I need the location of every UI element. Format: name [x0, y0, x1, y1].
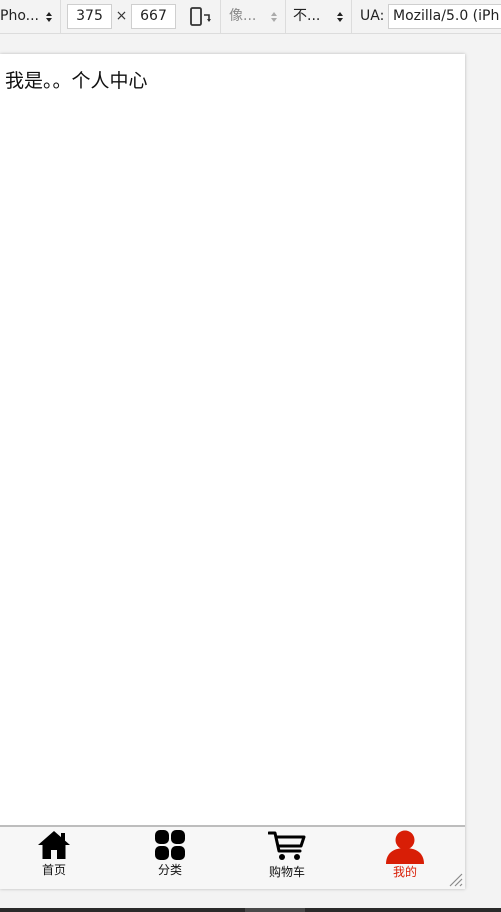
select-arrows-icon	[46, 12, 52, 22]
toolbar-divider	[351, 0, 352, 33]
bottom-tab-bar: 首页 分类 购物车 我的	[0, 825, 465, 889]
tab-mine-label: 我的	[392, 865, 417, 879]
device-toolbar: Pho... 375 × 667 像... 不... UA: Mozilla/5…	[0, 0, 501, 34]
device-viewport: 我是。。个人中心 首页 分类 购物车 我的	[0, 54, 465, 889]
select-arrows-icon	[271, 12, 277, 22]
home-icon	[38, 831, 70, 859]
bottom-strip-segment	[245, 908, 305, 912]
category-grid-icon	[155, 830, 185, 860]
user-icon	[386, 830, 424, 864]
width-input[interactable]: 375	[67, 4, 112, 29]
toolbar-divider	[60, 0, 61, 33]
toolbar-divider	[220, 0, 221, 33]
toolbar-divider	[285, 0, 286, 33]
bottom-strip	[0, 908, 501, 912]
rotate-icon[interactable]	[189, 6, 211, 28]
ua-label: UA:	[360, 8, 385, 24]
tab-mine[interactable]: 我的	[365, 827, 445, 889]
tab-category-label: 分类	[157, 863, 182, 877]
select-arrows-icon	[337, 12, 343, 22]
tab-category[interactable]: 分类	[130, 827, 210, 889]
tab-home[interactable]: 首页	[14, 827, 94, 889]
shopping-cart-icon	[268, 831, 306, 860]
device-select-label: Pho...	[0, 8, 39, 24]
dimension-separator: ×	[115, 8, 128, 24]
tab-cart-label: 购物车	[268, 865, 305, 879]
tab-home-label: 首页	[41, 863, 66, 877]
height-input[interactable]: 667	[131, 4, 176, 29]
dpr-select-label: 像...	[229, 8, 257, 24]
throttle-select-label: 不...	[293, 8, 321, 24]
resize-grip-icon[interactable]	[447, 871, 463, 887]
tab-cart[interactable]: 购物车	[247, 827, 327, 889]
user-agent-input[interactable]: Mozilla/5.0 (iPh	[388, 4, 501, 29]
page-content-text: 我是。。个人中心	[5, 70, 148, 92]
